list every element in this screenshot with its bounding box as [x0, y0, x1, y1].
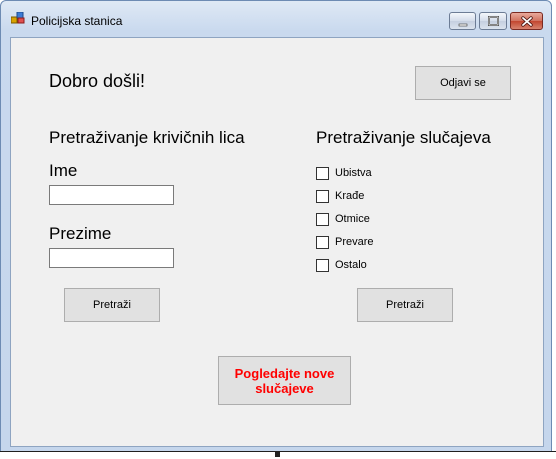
checkbox-label: Otmice [335, 213, 370, 225]
persons-search-button[interactable]: Pretraži [64, 288, 160, 322]
checkbox-ostalo[interactable]: Ostalo [316, 257, 367, 273]
checkbox-ubistva[interactable]: Ubistva [316, 165, 372, 181]
close-icon [521, 16, 533, 27]
view-new-cases-button[interactable]: Pogledajte nove slučajeve [218, 356, 351, 405]
logout-button[interactable]: Odjavi se [415, 66, 511, 100]
checkbox-box[interactable] [316, 166, 329, 180]
checkbox-otmice[interactable]: Otmice [316, 211, 370, 227]
app-icon [11, 12, 25, 24]
app-window: Policijska stanica Dobro došli! Odjavi s… [0, 0, 552, 452]
checkbox-label: Krađe [335, 190, 365, 202]
maximize-button[interactable] [479, 12, 507, 30]
checkbox-box[interactable] [316, 235, 329, 249]
minimize-icon [458, 23, 468, 27]
cases-search-title: Pretraživanje slučajeva [316, 128, 491, 147]
close-button[interactable] [510, 12, 543, 30]
surname-label: Prezime [49, 224, 112, 243]
minimize-button[interactable] [449, 12, 476, 30]
checkbox-box[interactable] [316, 189, 329, 203]
checkbox-krade[interactable]: Krađe [316, 188, 364, 204]
checkbox-label: Ostalo [335, 259, 367, 271]
cases-search-button[interactable]: Pretraži [357, 288, 453, 322]
name-input[interactable] [49, 185, 174, 205]
welcome-label: Dobro došli! [49, 71, 146, 91]
resize-grip-icon[interactable] [275, 452, 280, 457]
surname-input[interactable] [49, 248, 174, 268]
checkbox-label: Ubistva [335, 167, 372, 179]
title-bar[interactable]: Policijska stanica [1, 1, 551, 31]
persons-search-title: Pretraživanje krivičnih lica [49, 128, 245, 147]
checkbox-box[interactable] [316, 212, 329, 226]
name-label: Ime [49, 161, 78, 180]
client-area: Dobro došli! Odjavi se Pretraživanje kri… [10, 37, 544, 447]
window-title: Policijska stanica [31, 14, 123, 28]
maximize-icon [488, 16, 499, 26]
checkbox-box[interactable] [316, 258, 329, 272]
checkbox-prevare[interactable]: Prevare [316, 234, 374, 250]
checkbox-label: Prevare [335, 236, 374, 248]
